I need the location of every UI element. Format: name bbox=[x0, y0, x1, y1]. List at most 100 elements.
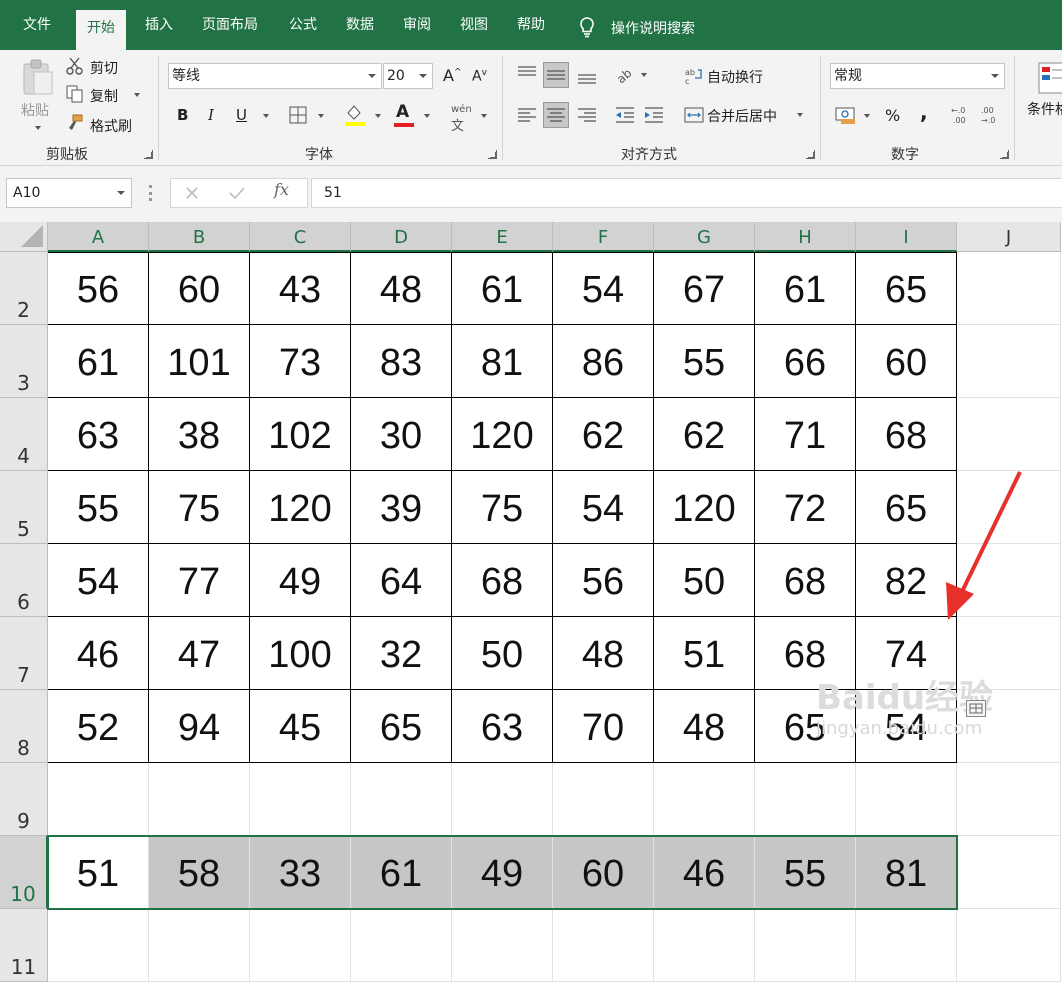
font-color-dropdown-icon[interactable] bbox=[424, 114, 430, 118]
cell-c4[interactable]: 102 bbox=[250, 398, 351, 471]
cell-f6[interactable]: 56 bbox=[553, 544, 654, 617]
cell-g11[interactable] bbox=[654, 909, 755, 982]
cell-a11[interactable] bbox=[48, 909, 149, 982]
cell-d6[interactable]: 64 bbox=[351, 544, 452, 617]
cell-c11[interactable] bbox=[250, 909, 351, 982]
cell-h2[interactable]: 61 bbox=[755, 252, 856, 325]
cell-f9[interactable] bbox=[553, 763, 654, 836]
cell-f8[interactable]: 70 bbox=[553, 690, 654, 763]
phonetic-dropdown-icon[interactable] bbox=[481, 114, 487, 118]
formula-bar-grip[interactable] bbox=[149, 185, 152, 201]
column-header-d[interactable]: D bbox=[351, 222, 452, 252]
cell-c8[interactable]: 45 bbox=[250, 690, 351, 763]
cell-d2[interactable]: 48 bbox=[351, 252, 452, 325]
column-header-g[interactable]: G bbox=[654, 222, 755, 252]
cell-f4[interactable]: 62 bbox=[553, 398, 654, 471]
orientation-dropdown-icon[interactable] bbox=[641, 73, 647, 77]
cell-j10[interactable] bbox=[957, 836, 1061, 909]
align-left-icon[interactable] bbox=[514, 102, 540, 128]
enter-icon[interactable] bbox=[229, 186, 245, 200]
cell-g2[interactable]: 67 bbox=[654, 252, 755, 325]
number-format-select[interactable]: 常规 bbox=[830, 63, 1005, 89]
fill-color-icon[interactable] bbox=[344, 103, 366, 127]
decrease-font-icon[interactable]: Av bbox=[472, 68, 487, 85]
formula-input[interactable]: 51 bbox=[311, 178, 1062, 208]
cell-a3[interactable]: 61 bbox=[48, 325, 149, 398]
cell-c6[interactable]: 49 bbox=[250, 544, 351, 617]
paste-button[interactable]: 粘贴 bbox=[21, 100, 49, 120]
cell-h10[interactable]: 55 bbox=[755, 836, 856, 909]
borders-dropdown-icon[interactable] bbox=[318, 114, 324, 118]
decrease-decimal-icon[interactable]: .00→.0 bbox=[980, 104, 1002, 126]
row-header-2[interactable]: 2 bbox=[0, 252, 48, 325]
cell-g3[interactable]: 55 bbox=[654, 325, 755, 398]
cell-a6[interactable]: 54 bbox=[48, 544, 149, 617]
cell-b11[interactable] bbox=[149, 909, 250, 982]
cell-j9[interactable] bbox=[957, 763, 1061, 836]
tab-help[interactable]: 帮助 bbox=[506, 0, 556, 50]
align-right-icon[interactable] bbox=[574, 102, 600, 128]
cell-f2[interactable]: 54 bbox=[553, 252, 654, 325]
format-painter-button[interactable]: 格式刷 bbox=[90, 116, 132, 136]
cell-a9[interactable] bbox=[48, 763, 149, 836]
cell-e8[interactable]: 63 bbox=[452, 690, 553, 763]
cell-b10[interactable]: 58 bbox=[149, 836, 250, 909]
cell-g6[interactable]: 50 bbox=[654, 544, 755, 617]
cell-h6[interactable]: 68 bbox=[755, 544, 856, 617]
cell-f3[interactable]: 86 bbox=[553, 325, 654, 398]
cell-g10[interactable]: 46 bbox=[654, 836, 755, 909]
cell-h3[interactable]: 66 bbox=[755, 325, 856, 398]
cut-button[interactable]: 剪切 bbox=[90, 58, 118, 78]
cell-i4[interactable]: 68 bbox=[856, 398, 957, 471]
cell-a8[interactable]: 52 bbox=[48, 690, 149, 763]
quick-analysis-icon[interactable] bbox=[966, 700, 986, 717]
tab-file[interactable]: 文件 bbox=[12, 0, 62, 50]
cell-f5[interactable]: 54 bbox=[553, 471, 654, 544]
cell-b4[interactable]: 38 bbox=[149, 398, 250, 471]
column-header-i[interactable]: I bbox=[856, 222, 957, 252]
bold-icon[interactable]: B bbox=[177, 106, 188, 124]
cell-d11[interactable] bbox=[351, 909, 452, 982]
cell-b2[interactable]: 60 bbox=[149, 252, 250, 325]
name-box-dropdown-icon[interactable] bbox=[117, 191, 125, 195]
column-header-a[interactable]: A bbox=[48, 222, 149, 252]
currency-icon[interactable] bbox=[835, 105, 857, 125]
cell-e10[interactable]: 49 bbox=[452, 836, 553, 909]
tab-review[interactable]: 审阅 bbox=[392, 0, 442, 50]
cell-f7[interactable]: 48 bbox=[553, 617, 654, 690]
cell-g4[interactable]: 62 bbox=[654, 398, 755, 471]
font-color-icon[interactable]: A bbox=[396, 102, 409, 122]
percent-icon[interactable]: % bbox=[885, 106, 900, 125]
cell-e7[interactable]: 50 bbox=[452, 617, 553, 690]
cell-e3[interactable]: 81 bbox=[452, 325, 553, 398]
fill-color-dropdown-icon[interactable] bbox=[375, 114, 381, 118]
tab-home[interactable]: 开始 bbox=[76, 10, 126, 50]
cell-g9[interactable] bbox=[654, 763, 755, 836]
merge-center-dropdown-icon[interactable] bbox=[797, 113, 803, 117]
decrease-indent-icon[interactable] bbox=[612, 102, 638, 128]
cell-b8[interactable]: 94 bbox=[149, 690, 250, 763]
merge-center-button[interactable]: 合并后居中 bbox=[707, 106, 777, 126]
orientation-icon[interactable]: ab bbox=[612, 62, 638, 88]
cell-c9[interactable] bbox=[250, 763, 351, 836]
cell-h5[interactable]: 72 bbox=[755, 471, 856, 544]
cell-d7[interactable]: 32 bbox=[351, 617, 452, 690]
cell-f11[interactable] bbox=[553, 909, 654, 982]
conditional-formatting-button[interactable]: 条件格 bbox=[1027, 99, 1062, 119]
align-middle-button[interactable] bbox=[543, 62, 569, 88]
name-box[interactable]: A10 bbox=[6, 178, 132, 208]
underline-icon[interactable]: U bbox=[236, 106, 247, 124]
alignment-launcher-icon[interactable] bbox=[806, 150, 815, 159]
cell-a2[interactable]: 56 bbox=[48, 252, 149, 325]
cell-c3[interactable]: 73 bbox=[250, 325, 351, 398]
increase-decimal-icon[interactable]: ←.0.00 bbox=[950, 104, 972, 126]
paste-dropdown-icon[interactable] bbox=[35, 126, 41, 130]
cell-a4[interactable]: 63 bbox=[48, 398, 149, 471]
cell-g5[interactable]: 120 bbox=[654, 471, 755, 544]
cell-c2[interactable]: 43 bbox=[250, 252, 351, 325]
cell-i2[interactable]: 65 bbox=[856, 252, 957, 325]
align-center-button[interactable] bbox=[543, 102, 569, 128]
lightbulb-icon[interactable] bbox=[578, 16, 596, 38]
tab-view[interactable]: 视图 bbox=[449, 0, 499, 50]
currency-dropdown-icon[interactable] bbox=[864, 114, 870, 118]
